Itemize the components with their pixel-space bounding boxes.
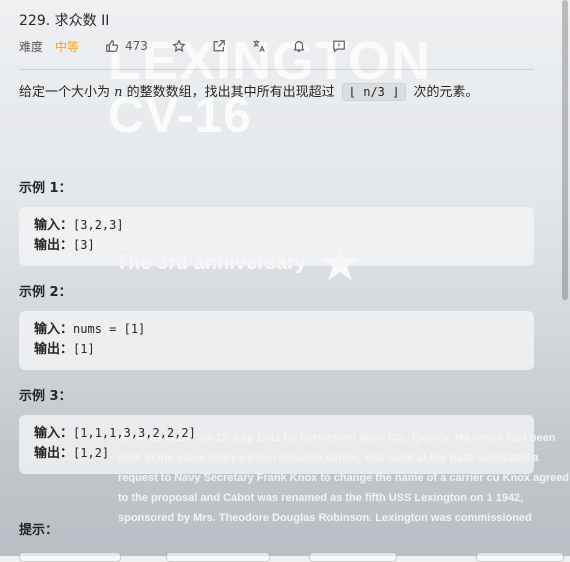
output-label: 输出：: [34, 446, 74, 461]
example-input: 输入：nums = [1]: [34, 320, 145, 338]
example-block: 输入：[1,1,1,3,3,2,2,2] 输出：[1,2]: [19, 415, 534, 474]
input-label: 输入：: [34, 322, 74, 337]
input-value: [1,1,1,3,3,2,2,2]: [73, 426, 196, 440]
bottom-button[interactable]: [166, 552, 270, 562]
input-value: [3,2,3]: [73, 218, 124, 232]
scrollbar[interactable]: [560, 0, 570, 556]
like-button[interactable]: 473: [105, 39, 148, 53]
divider: [19, 69, 534, 70]
favorite-button[interactable]: [172, 39, 186, 53]
like-count: 473: [125, 39, 148, 53]
example-input: 输入：[3,2,3]: [34, 216, 124, 234]
example-output: 输出：[1]: [34, 340, 95, 358]
scrollbar-thumb[interactable]: [562, 0, 568, 300]
output-label: 输出：: [34, 342, 74, 357]
input-label: 输入：: [34, 426, 74, 441]
input-value: nums = [1]: [73, 322, 146, 336]
example-block: 输入：[3,2,3] 输出：[3]: [19, 207, 534, 266]
description-text: 次的元素。: [409, 85, 479, 100]
translate-icon: [253, 40, 265, 52]
example-heading: 示例 1：: [19, 181, 72, 196]
description-variable: n: [114, 85, 123, 100]
translate-button[interactable]: [252, 39, 266, 53]
hint-heading: 提示：: [19, 523, 59, 538]
share-button[interactable]: [212, 39, 226, 53]
bell-icon: [293, 41, 305, 52]
output-value: [1]: [73, 342, 95, 356]
input-label: 输入：: [34, 218, 74, 233]
difficulty-badge: 中等: [55, 39, 80, 54]
bottom-button[interactable]: [476, 552, 564, 562]
output-value: [3]: [73, 238, 95, 252]
star-icon: [172, 39, 186, 52]
problem-title: 229. 求众数 II: [19, 13, 110, 29]
bottom-button[interactable]: [309, 552, 397, 562]
description-text: 给定一个大小为: [19, 85, 115, 100]
description-code: ⌊ n/3 ⌋: [341, 83, 407, 101]
example-output: 输出：[3]: [34, 236, 95, 254]
description-text: 的整数数组，找出其中所有出现超过: [122, 85, 339, 100]
example-heading: 示例 3：: [19, 389, 72, 404]
problem-description: 给定一个大小为 n 的整数数组，找出其中所有出现超过 ⌊ n/3 ⌋ 次的元素。: [19, 83, 479, 101]
feedback-button[interactable]: [332, 39, 346, 53]
example-output: 输出：[1,2]: [34, 444, 109, 462]
feedback-icon: [333, 40, 345, 53]
subscribe-button[interactable]: [292, 39, 306, 53]
bottom-button[interactable]: [19, 552, 121, 562]
share-icon: [213, 40, 225, 52]
example-block: 输入：nums = [1] 输出：[1]: [19, 311, 534, 370]
output-value: [1,2]: [73, 446, 110, 460]
example-input: 输入：[1,1,1,3,3,2,2,2]: [34, 424, 196, 442]
example-heading: 示例 2：: [19, 285, 72, 300]
difficulty-label: 难度: [19, 39, 44, 54]
thumbs-up-icon: [106, 40, 119, 52]
problem-meta-bar: 难度 中等 473: [19, 38, 346, 54]
output-label: 输出：: [34, 238, 74, 253]
